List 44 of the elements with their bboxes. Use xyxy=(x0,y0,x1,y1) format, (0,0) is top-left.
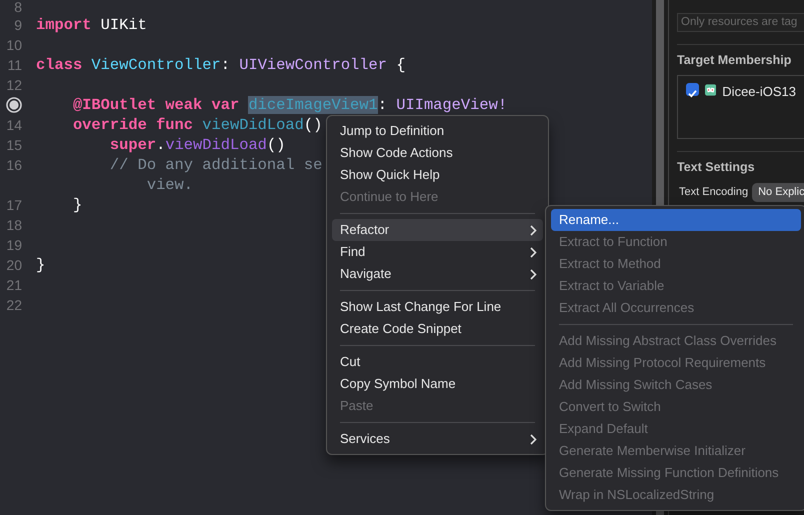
code-line: } xyxy=(72,195,82,215)
line-number: 15 xyxy=(6,137,22,153)
code-line: // Do any additional se xyxy=(108,155,322,175)
section-title: Text Settings xyxy=(677,159,756,176)
line-number: 18 xyxy=(6,217,22,233)
line-number: 9 xyxy=(14,17,22,33)
line-number: 14 xyxy=(6,117,22,133)
code-line: } xyxy=(36,255,46,275)
code-line: import UIKit xyxy=(36,15,147,35)
menu-item[interactable]: Navigate xyxy=(332,263,543,285)
line-number: 20 xyxy=(6,257,22,273)
menu-item[interactable]: Show Quick Help xyxy=(332,164,543,186)
menu-item[interactable]: Show Last Change For Line xyxy=(332,296,543,318)
field-label: Text Encoding xyxy=(679,185,748,200)
line-number: 10 xyxy=(6,37,22,53)
line-number: 17 xyxy=(6,197,22,213)
breakpoint-icon[interactable] xyxy=(6,97,22,113)
encoding-popup[interactable]: No Explic xyxy=(752,183,804,202)
app-icon xyxy=(705,82,716,98)
menu-item[interactable]: Refactor xyxy=(332,219,543,241)
code-line: class ViewController: UIViewController { xyxy=(36,55,406,75)
code-line: override func viewDidLoad() xyxy=(72,115,322,135)
line-number: 12 xyxy=(6,77,22,93)
line-number: 11 xyxy=(7,57,22,73)
line-number: 19 xyxy=(6,237,22,253)
search-field[interactable]: Only resources are tag xyxy=(677,12,804,32)
menu-item[interactable]: Cut xyxy=(332,351,543,373)
line-number: 21 xyxy=(6,277,22,293)
menu-item[interactable]: Jump to Definition xyxy=(332,120,543,142)
code-line: view. xyxy=(146,175,194,195)
menu-item[interactable]: Rename... xyxy=(551,209,801,231)
section-title: Target Membership xyxy=(677,52,792,69)
menu-item[interactable]: Find xyxy=(332,241,543,263)
menu-item[interactable]: Services xyxy=(332,428,543,450)
menu-item[interactable]: Create Code Snippet xyxy=(332,318,543,340)
code-line: super.viewDidLoad() xyxy=(108,135,286,155)
line-number: 16 xyxy=(6,157,22,173)
menu-item[interactable]: Copy Symbol Name xyxy=(332,373,543,395)
line-number: 22 xyxy=(6,297,22,313)
code-line: @IBOutlet weak var diceImageView1: UIImageView! xyxy=(72,95,508,115)
checkbox[interactable] xyxy=(686,83,699,96)
menu-item[interactable]: Show Code Actions xyxy=(332,142,543,164)
line-number: 8 xyxy=(14,0,22,15)
target-name: Dicee-iOS13 xyxy=(722,83,796,102)
